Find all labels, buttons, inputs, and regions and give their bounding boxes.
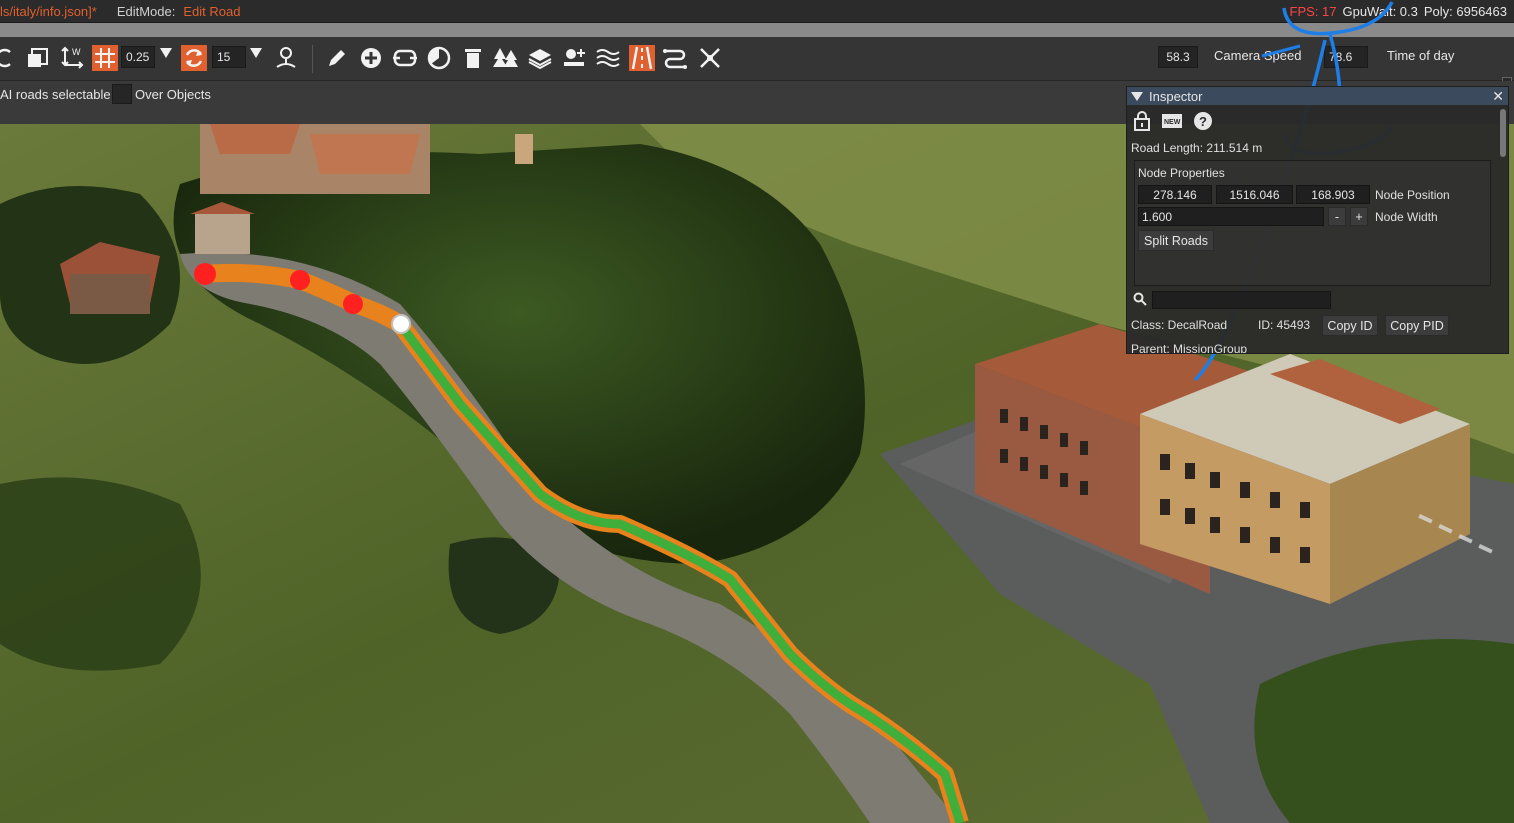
inspector-panel: Inspector ✕ NEW ? Road Length: 211.514 m… bbox=[1126, 86, 1509, 354]
inspector-scrollbar[interactable] bbox=[1500, 109, 1506, 157]
close-icon[interactable]: ✕ bbox=[1492, 88, 1504, 105]
node-width-input[interactable]: 1.600 bbox=[1138, 207, 1324, 226]
parent-text: Parent: MissionGroup bbox=[1131, 342, 1248, 354]
lock-icon[interactable] bbox=[1133, 111, 1151, 134]
node-position-z-input[interactable]: 168.903 bbox=[1296, 185, 1370, 204]
inspector-search-input[interactable] bbox=[1152, 291, 1331, 309]
new-icon[interactable]: NEW bbox=[1161, 113, 1183, 132]
svg-text:NEW: NEW bbox=[1164, 119, 1181, 126]
inspector-title: Inspector bbox=[1149, 88, 1203, 104]
search-icon bbox=[1133, 292, 1147, 309]
node-width-decrease-button[interactable]: - bbox=[1328, 207, 1346, 226]
road-length-text: Road Length: 211.514 m bbox=[1131, 141, 1263, 155]
node-position-y-input[interactable]: 1516.046 bbox=[1216, 185, 1293, 204]
copy-pid-button[interactable]: Copy PID bbox=[1385, 315, 1449, 336]
node-properties-heading: Node Properties bbox=[1138, 166, 1225, 180]
node-position-label: Node Position bbox=[1375, 188, 1450, 202]
split-roads-button[interactable]: Split Roads bbox=[1138, 230, 1214, 251]
copy-id-button[interactable]: Copy ID bbox=[1322, 315, 1378, 336]
svg-text:?: ? bbox=[1199, 114, 1207, 129]
node-width-label: Node Width bbox=[1375, 210, 1438, 224]
object-id-text: ID: 45493 bbox=[1258, 318, 1311, 332]
node-width-increase-button[interactable]: + bbox=[1350, 207, 1368, 226]
node-position-x-input[interactable]: 278.146 bbox=[1138, 185, 1212, 204]
collapse-arrow-icon[interactable] bbox=[1131, 91, 1143, 101]
inspector-title-bar[interactable]: Inspector ✕ bbox=[1127, 87, 1508, 105]
class-text: Class: DecalRoad bbox=[1131, 318, 1228, 332]
help-icon[interactable]: ? bbox=[1193, 111, 1213, 134]
node-properties-group: Node Properties 278.146 1516.046 168.903… bbox=[1134, 160, 1491, 286]
